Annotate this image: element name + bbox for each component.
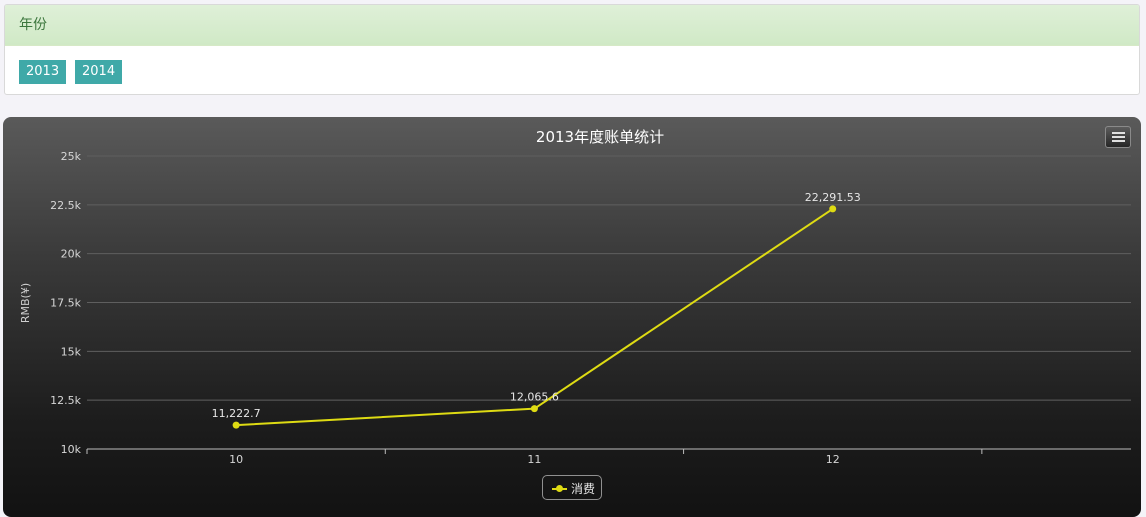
data-labels: 11,222.7 12,065.6 22,291.53	[212, 191, 861, 420]
hamburger-menu-icon	[1112, 140, 1125, 142]
data-label: 11,222.7	[212, 407, 261, 420]
panel-heading: 年份	[5, 5, 1139, 46]
x-tick-label: 12	[826, 453, 840, 466]
y-axis-title: RMB(¥)	[19, 283, 32, 323]
y-axis: 10k 12.5k 15k 17.5k 20k 22.5k 25k	[50, 150, 81, 456]
panel-body: 2013 2014	[5, 46, 1139, 94]
grid-lines	[87, 155, 1131, 401]
line-chart: 2013年度账单统计 10k 12.5k 15k 17.5k 20k 22.5k 25k 1…	[19, 128, 1131, 466]
hamburger-menu-icon	[1112, 132, 1125, 134]
year-button-2014[interactable]: 2014	[75, 60, 123, 84]
chart-legend-item[interactable]: 消费	[542, 475, 602, 500]
year-button-2013[interactable]: 2013	[19, 60, 67, 84]
y-tick-label: 20k	[61, 248, 82, 261]
data-label: 22,291.53	[805, 191, 861, 204]
data-label: 12,065.6	[510, 391, 559, 404]
chart-title: 2013年度账单统计	[536, 128, 664, 146]
x-axis: 10 11 12	[86, 448, 1131, 466]
y-tick-label: 17.5k	[50, 297, 81, 310]
y-tick-label: 22.5k	[50, 199, 81, 212]
x-tick-label: 10	[229, 453, 243, 466]
chart-container: 2013年度账单统计 10k 12.5k 15k 17.5k 20k 22.5k 25k 1…	[3, 117, 1141, 517]
year-filter-panel: 年份 2013 2014	[4, 4, 1140, 95]
data-point[interactable]	[530, 405, 538, 413]
legend-label: 消费	[571, 482, 596, 496]
hamburger-menu-icon	[1112, 136, 1125, 138]
y-tick-label: 12.5k	[50, 394, 81, 407]
data-point[interactable]	[232, 421, 240, 429]
y-tick-label: 25k	[61, 150, 82, 163]
data-point[interactable]	[829, 205, 837, 213]
chart-menu-button[interactable]	[1105, 126, 1131, 148]
y-tick-label: 15k	[61, 345, 82, 358]
legend-dot-marker	[556, 485, 563, 492]
y-tick-label: 10k	[61, 443, 82, 456]
x-tick-label: 11	[527, 453, 541, 466]
